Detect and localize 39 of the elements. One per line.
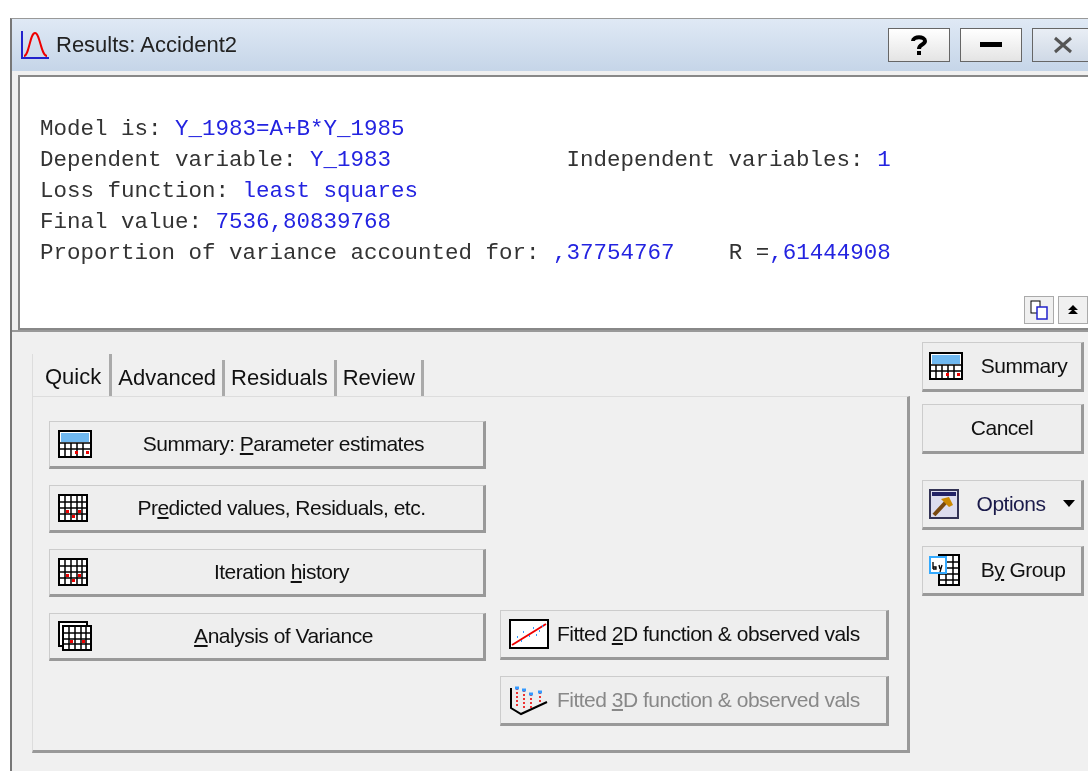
window-title: Results: Accident2 bbox=[56, 32, 237, 58]
side-button[interactable]: Options bbox=[922, 480, 1084, 530]
summary-table-icon bbox=[929, 352, 963, 380]
scatter-fit-icon bbox=[508, 619, 549, 649]
result-line: Proportion of variance accounted for: ,37754767 bbox=[40, 239, 675, 266]
action-button[interactable]: Analysis of Variance bbox=[49, 613, 486, 661]
dropdown-caret-icon bbox=[1063, 500, 1075, 508]
group-sheet-icon bbox=[929, 554, 961, 586]
close-button[interactable] bbox=[1032, 28, 1088, 62]
result-line: Dependent variable: Y_1983 bbox=[40, 146, 393, 173]
minimize-button[interactable] bbox=[960, 28, 1022, 62]
action-button[interactable]: Predicted values, Residuals, etc. bbox=[49, 485, 486, 533]
side-button[interactable]: Summary bbox=[922, 342, 1084, 392]
spreadsheet-icon bbox=[58, 558, 88, 586]
close-icon bbox=[1053, 36, 1073, 54]
side-button[interactable]: By Group bbox=[922, 546, 1084, 596]
action-button[interactable]: Fitted 2D function & observed vals bbox=[499, 610, 889, 660]
result-line: Loss function: least squares bbox=[40, 177, 419, 204]
hammer-icon bbox=[929, 489, 959, 519]
copy-icon bbox=[1030, 300, 1048, 320]
bell-curve-icon bbox=[20, 30, 50, 60]
up-arrow-icon bbox=[1067, 304, 1079, 316]
side-button[interactable]: Cancel bbox=[922, 404, 1084, 454]
summary-table-icon bbox=[58, 430, 92, 458]
result-line: Model is: Y_1983=A+B*Y_1985 bbox=[40, 115, 405, 142]
collapse-button[interactable] bbox=[1058, 296, 1088, 324]
tab[interactable]: Quick bbox=[32, 354, 113, 396]
minimize-icon bbox=[980, 42, 1002, 48]
stacked-sheets-icon bbox=[58, 621, 92, 651]
action-button[interactable]: Summary: Parameter estimates bbox=[49, 421, 486, 469]
help-button[interactable] bbox=[888, 28, 950, 62]
help-icon bbox=[910, 34, 928, 56]
result-line: Independent variables: 1 bbox=[566, 146, 891, 173]
spreadsheet-icon bbox=[58, 494, 88, 522]
action-button[interactable]: Iteration history bbox=[49, 549, 486, 597]
copy-button[interactable] bbox=[1024, 296, 1054, 324]
surface-pins-icon bbox=[508, 684, 549, 716]
result-line: R =,61444908 bbox=[728, 239, 891, 266]
result-line: Final value: 7536,80839768 bbox=[40, 208, 392, 235]
